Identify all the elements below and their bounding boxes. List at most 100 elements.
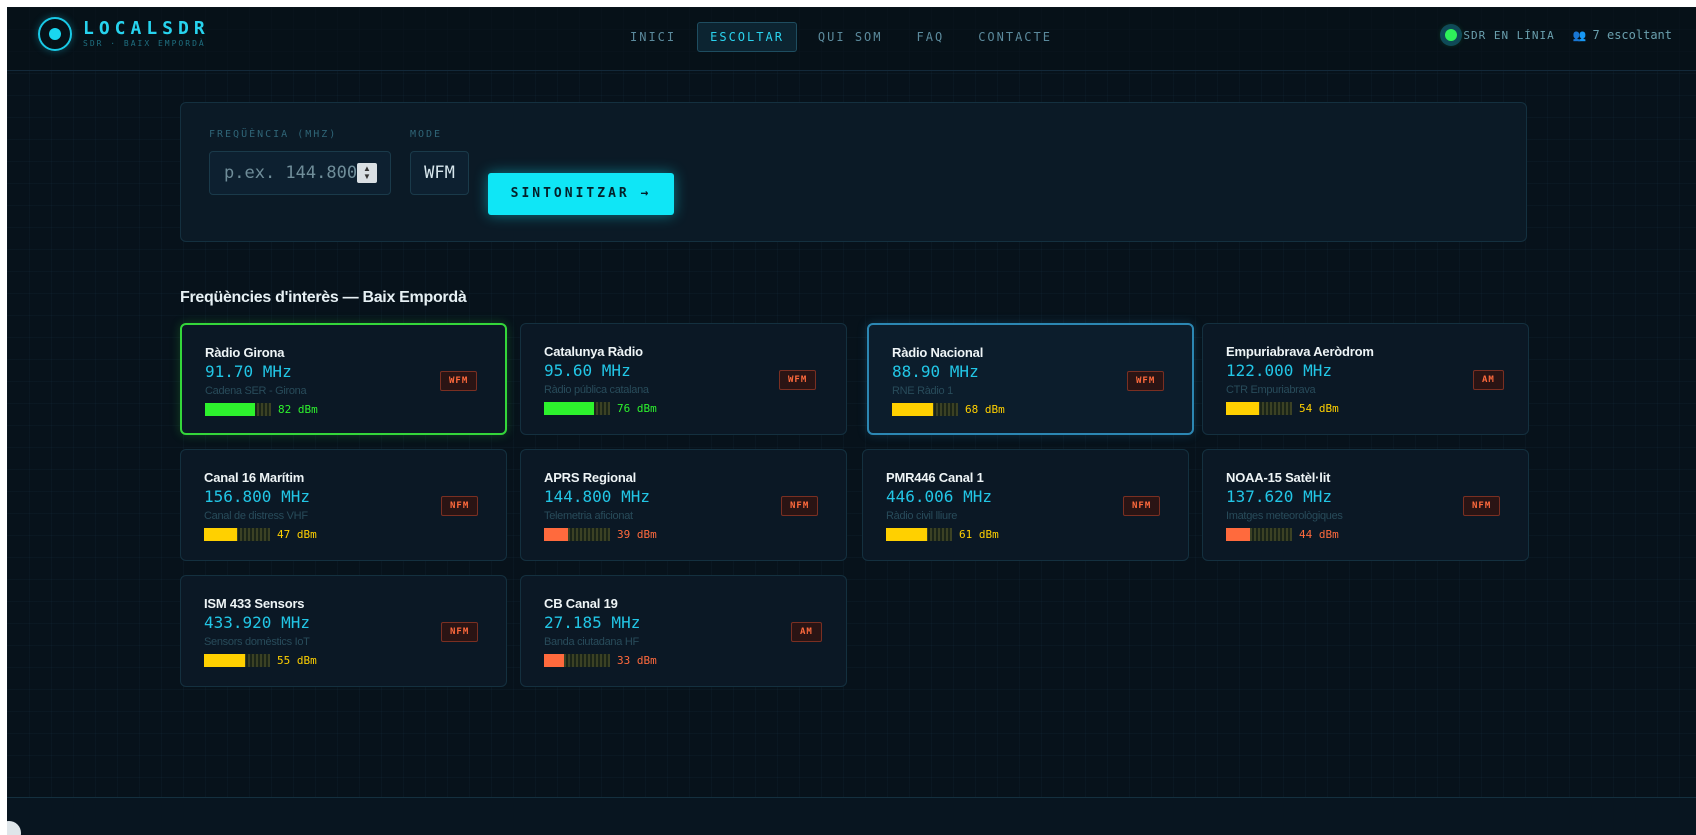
station-card[interactable]: Ràdio Girona 91.70 MHz Cadena SER - Girona… [180, 323, 507, 435]
frequency-field: ▲▼ [209, 151, 391, 195]
signal-bar [1226, 528, 1292, 541]
signal-bar-fill [1226, 402, 1259, 415]
signal-bar [544, 402, 610, 415]
signal-bar-fill [544, 402, 594, 415]
station-description: Ràdio civil lliure [886, 510, 958, 522]
signal-bar-fill [886, 528, 927, 541]
nav-inici[interactable]: INICI [617, 22, 689, 52]
station-frequency: 27.185 MHz [544, 613, 641, 632]
signal-meter: 47 dBm [204, 528, 317, 541]
signal-meter: 82 dBm [205, 403, 318, 416]
signal-meter: 76 dBm [544, 402, 657, 415]
station-card[interactable]: Ràdio Nacional 88.90 MHz RNE Ràdio 1 68 dBm… [867, 323, 1194, 435]
signal-dbm: 39 dBm [617, 528, 657, 541]
station-frequency: 122.000 MHz [1226, 361, 1332, 380]
signal-bar-fill [205, 403, 255, 416]
signal-bar-fill [892, 403, 933, 416]
station-description: Sensors domèstics IoT [204, 636, 310, 648]
mode-badge: AM [1473, 370, 1504, 390]
station-name: PMR446 Canal 1 [886, 470, 984, 485]
signal-bar-fill [1226, 528, 1250, 541]
signal-dbm: 55 dBm [277, 654, 317, 667]
signal-bar-fill [544, 654, 564, 667]
radio-logo-icon [38, 17, 72, 51]
station-description: Telemetria aficionat [544, 510, 633, 522]
station-frequency: 433.920 MHz [204, 613, 310, 632]
station-frequency: 156.800 MHz [204, 487, 310, 506]
main-nav: INICI ESCOLTAR QUI SOM FAQ CONTACTE [617, 22, 1073, 52]
station-frequency: 446.006 MHz [886, 487, 992, 506]
listener-count-text: 7 escoltant [1592, 28, 1672, 42]
station-card[interactable]: Catalunya Ràdio 95.60 MHz Ràdio pública ca… [520, 323, 847, 435]
brand-subtitle: SDR · BAIX EMPORDÀ [83, 39, 206, 48]
mode-badge: NFM [781, 496, 819, 516]
signal-bar [544, 528, 610, 541]
nav-escoltar[interactable]: ESCOLTAR [697, 22, 797, 52]
signal-meter: 44 dBm [1226, 528, 1339, 541]
top-header: LOCALSDR SDR · BAIX EMPORDÀ INICI ESCOLT… [7, 7, 1696, 71]
station-description: CTR Empuriabrava [1226, 384, 1316, 396]
station-name: Empuriabrava Aeròdrom [1226, 344, 1374, 359]
signal-bar-fill [204, 528, 237, 541]
mode-badge: NFM [1463, 496, 1501, 516]
signal-meter: 33 dBm [544, 654, 657, 667]
station-card[interactable]: CB Canal 19 27.185 MHz Banda ciutadana HF 3… [520, 575, 847, 687]
logo[interactable]: LOCALSDR SDR · BAIX EMPORDÀ [38, 17, 210, 51]
mode-badge: WFM [779, 370, 817, 390]
station-frequency: 137.620 MHz [1226, 487, 1332, 506]
station-name: APRS Regional [544, 470, 637, 485]
station-name: Canal 16 Marítim [204, 470, 305, 485]
signal-dbm: 82 dBm [278, 403, 318, 416]
signal-dbm: 44 dBm [1299, 528, 1339, 541]
station-card[interactable]: ISM 433 Sensors 433.920 MHz Sensors domèst… [180, 575, 507, 687]
listener-count: 👥 7 escoltant [1573, 28, 1672, 42]
users-icon: 👥 [1572, 29, 1587, 42]
signal-bar [892, 403, 958, 416]
signal-bar [204, 528, 270, 541]
status-area: SDR EN LÍNIA 👥 7 escoltant [1445, 28, 1672, 42]
signal-meter: 54 dBm [1226, 402, 1339, 415]
station-frequency: 144.800 MHz [544, 487, 650, 506]
station-description: Banda ciutadana HF [544, 636, 639, 648]
mode-badge: NFM [1123, 496, 1161, 516]
station-description: Cadena SER - Girona [205, 385, 307, 397]
spinner-icon[interactable]: ▲ ▼ [357, 163, 377, 183]
signal-dbm: 68 dBm [965, 403, 1005, 416]
station-card[interactable]: NOAA-15 Satèl·lit 137.620 MHz Imatges mete… [1202, 449, 1529, 561]
station-description: RNE Ràdio 1 [892, 385, 953, 397]
frequency-input[interactable] [210, 152, 360, 194]
station-name: Catalunya Ràdio [544, 344, 643, 359]
tuner-panel: FREQÜÈNCIA (MHZ) MODE ▲▼ WFM SINTONITZAR… [180, 102, 1527, 242]
station-card[interactable]: PMR446 Canal 1 446.006 MHz Ràdio civil lli… [862, 449, 1189, 561]
nav-qui-som[interactable]: QUI SOM [805, 22, 896, 52]
tune-button[interactable]: SINTONITZAR → [488, 173, 674, 215]
mode-badge: WFM [1127, 371, 1165, 391]
mode-select[interactable]: WFM [410, 151, 469, 195]
station-name: ISM 433 Sensors [204, 596, 305, 611]
mode-badge: WFM [440, 371, 478, 391]
station-card[interactable]: Canal 16 Marítim 156.800 MHz Canal de dist… [180, 449, 507, 561]
nav-contacte[interactable]: CONTACTE [965, 22, 1065, 52]
signal-bar [1226, 402, 1292, 415]
mode-label: MODE [410, 129, 443, 140]
station-name: Ràdio Girona [205, 345, 285, 360]
signal-dbm: 61 dBm [959, 528, 999, 541]
station-card[interactable]: APRS Regional 144.800 MHz Telemetria afici… [520, 449, 847, 561]
signal-dbm: 33 dBm [617, 654, 657, 667]
signal-bar-fill [544, 528, 568, 541]
signal-meter: 61 dBm [886, 528, 999, 541]
station-frequency: 95.60 MHz [544, 361, 631, 380]
mode-badge: AM [791, 622, 822, 642]
station-card[interactable]: Empuriabrava Aeròdrom 122.000 MHz CTR Empu… [1202, 323, 1529, 435]
online-indicator-icon [1445, 29, 1458, 41]
station-name: NOAA-15 Satèl·lit [1226, 470, 1331, 485]
station-name: CB Canal 19 [544, 596, 618, 611]
signal-bar-fill [204, 654, 245, 667]
nav-faq[interactable]: FAQ [904, 22, 958, 52]
signal-bar [205, 403, 271, 416]
app-window: LOCALSDR SDR · BAIX EMPORDÀ INICI ESCOLT… [7, 7, 1696, 835]
signal-meter: 55 dBm [204, 654, 317, 667]
station-frequency: 88.90 MHz [892, 362, 979, 381]
signal-meter: 39 dBm [544, 528, 657, 541]
mode-badge: NFM [441, 496, 479, 516]
